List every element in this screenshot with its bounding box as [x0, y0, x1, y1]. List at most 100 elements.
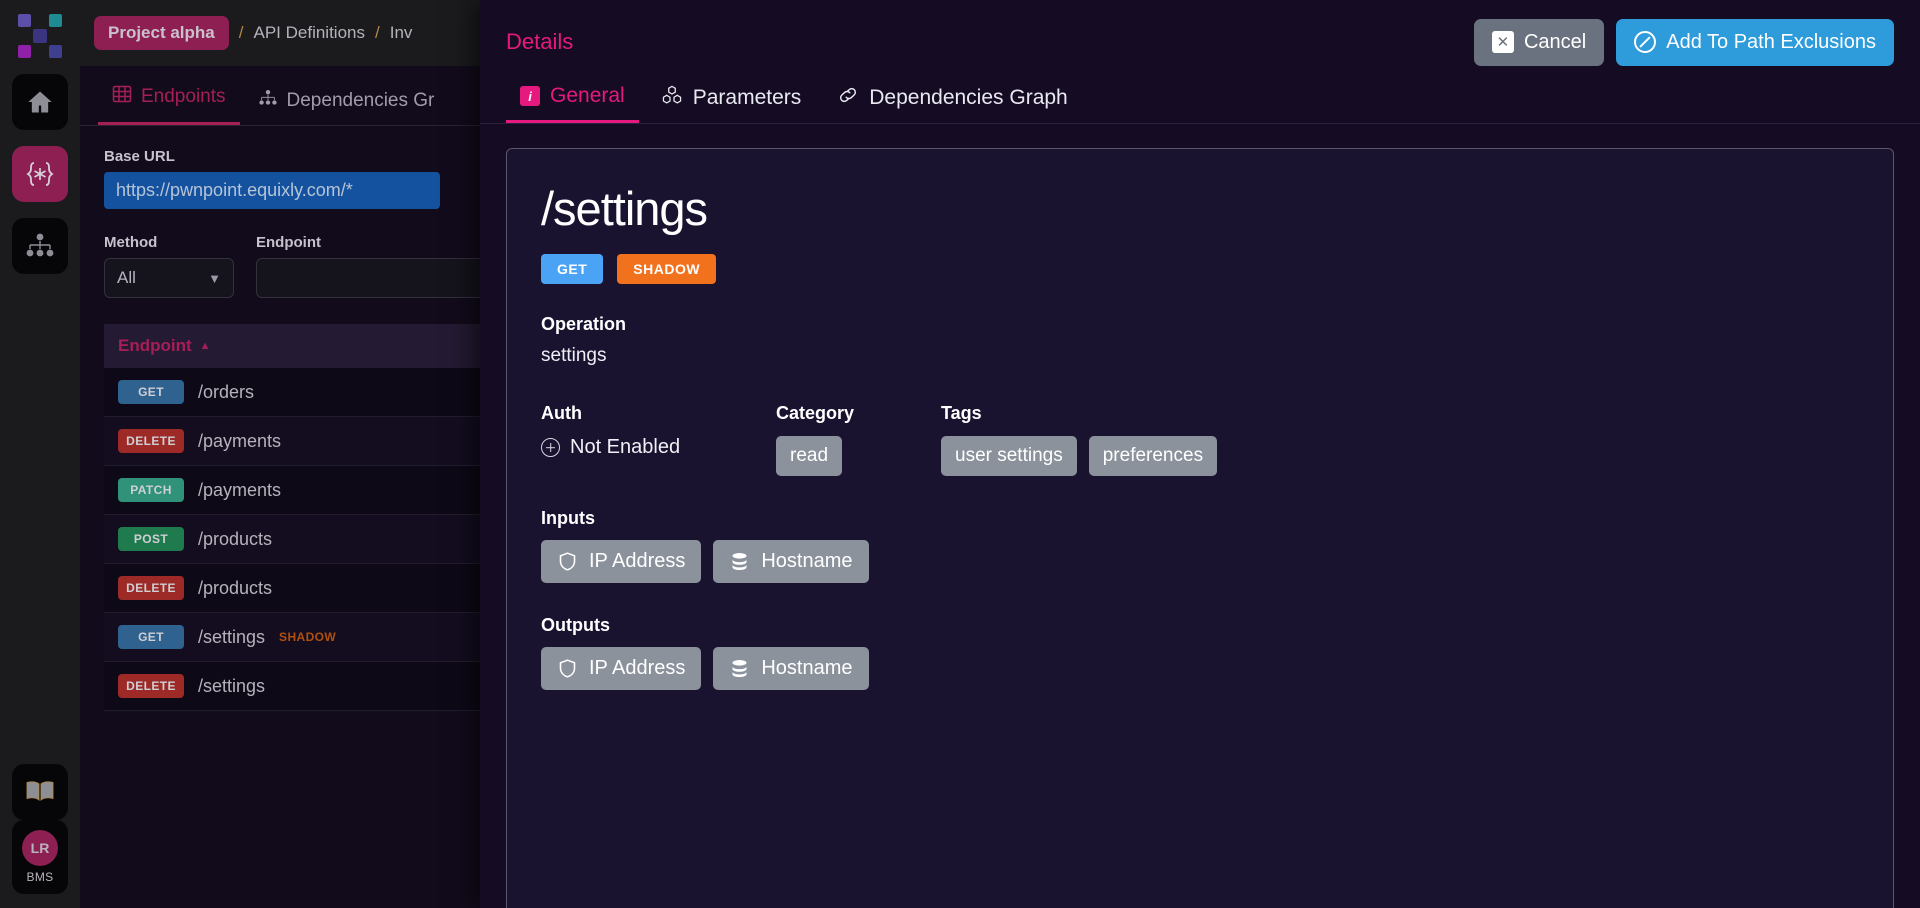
screen-root: LR BMS Project alpha / API Definitions /… — [0, 0, 1920, 908]
shield-icon — [557, 658, 578, 679]
tab-parameters[interactable]: Parameters — [647, 85, 816, 123]
inputs-list: IP Address Hostname — [541, 529, 1859, 583]
base-url-value[interactable]: https://pwnpoint.equixly.com/* — [104, 172, 440, 209]
sidebar-item-docs[interactable] — [12, 764, 68, 820]
tab-dependencies-graph-label: Dependencies Gr — [287, 90, 435, 112]
tab-endpoints[interactable]: Endpoints — [98, 84, 240, 125]
tags-section: Tags user settings preferences — [941, 403, 1859, 476]
grid-table-icon — [112, 84, 132, 110]
info-icon: i — [520, 86, 540, 106]
auth-value-label: Not Enabled — [570, 436, 680, 459]
breadcrumb-project[interactable]: Project alpha — [94, 16, 229, 50]
sitemap-icon — [25, 232, 55, 260]
sidebar-item-api-definitions[interactable] — [12, 146, 68, 202]
method-badge: GET — [541, 254, 603, 284]
app-logo[interactable] — [18, 14, 62, 58]
close-icon: ✕ — [1492, 31, 1514, 53]
avatar: LR — [22, 830, 58, 866]
endpoint-field: Endpoint — [256, 234, 516, 298]
category-section: Category read — [776, 403, 941, 476]
sitemap-icon — [258, 89, 278, 113]
database-icon — [729, 658, 750, 679]
sidebar-item-dependencies[interactable] — [12, 218, 68, 274]
method-select[interactable]: All ▼ — [104, 258, 234, 298]
method-badge: POST — [118, 527, 184, 551]
tab-parameters-label: Parameters — [693, 86, 802, 110]
auth-value: Not Enabled — [541, 436, 776, 459]
tab-dependencies-graph-label: Dependencies Graph — [869, 86, 1067, 110]
method-select-value: All — [117, 268, 136, 288]
details-header: Details ✕ Cancel Add To Path Exclusions — [480, 0, 1920, 84]
endpoint-path: /settings — [198, 627, 265, 648]
sort-asc-icon: ▲ — [200, 340, 211, 352]
header-actions: ✕ Cancel Add To Path Exclusions — [1474, 19, 1894, 66]
output-chip: Hostname — [713, 647, 868, 690]
add-to-path-exclusions-button[interactable]: Add To Path Exclusions — [1616, 19, 1894, 66]
outputs-section: Outputs IP AddressHostname — [541, 615, 1859, 690]
endpoint-path: /payments — [198, 431, 281, 452]
tab-dependencies-graph[interactable]: Dependencies Gr — [244, 89, 449, 125]
inputs-section: Inputs IP Address Hostname — [541, 508, 1859, 583]
book-icon — [24, 778, 56, 806]
details-card: /settings GET SHADOW Operation settings … — [506, 148, 1894, 908]
cancel-button[interactable]: ✕ Cancel — [1474, 19, 1604, 66]
auth-label: Auth — [541, 403, 776, 424]
method-badge: DELETE — [118, 429, 184, 453]
database-icon — [729, 551, 750, 572]
shadow-badge: SHADOW — [617, 254, 716, 284]
sidebar-item-home[interactable] — [12, 74, 68, 130]
input-chip: IP Address — [541, 540, 701, 583]
details-tabs: i General Parameters — [480, 84, 1920, 124]
endpoint-path: /payments — [198, 480, 281, 501]
method-field: Method All ▼ — [104, 234, 234, 298]
breadcrumb-separator: / — [239, 23, 244, 43]
cubes-icon — [661, 85, 683, 111]
operation-section: Operation settings — [541, 314, 1859, 367]
user-profile[interactable]: LR BMS — [12, 820, 68, 894]
method-label: Method — [104, 234, 234, 251]
org-label: BMS — [27, 870, 54, 884]
endpoint-path: /settings — [198, 676, 265, 697]
add-to-path-exclusions-label: Add To Path Exclusions — [1666, 31, 1876, 54]
method-badge: PATCH — [118, 478, 184, 502]
circle-slash-icon — [1634, 31, 1656, 53]
inputs-label: Inputs — [541, 508, 1859, 529]
tab-general-label: General — [550, 84, 625, 108]
breadcrumb-item-api-definitions[interactable]: API Definitions — [254, 23, 366, 43]
shadow-badge: SHADOW — [279, 630, 336, 644]
category-chip: read — [776, 436, 842, 476]
auth-section: Auth Not Enabled — [541, 403, 776, 476]
method-badge: GET — [118, 625, 184, 649]
input-chip-label: IP Address — [589, 550, 685, 573]
endpoint-path: /products — [198, 529, 272, 550]
input-chip: Hostname — [713, 540, 868, 583]
tag-chips: user settings preferences — [941, 424, 1859, 476]
endpoint-label: Endpoint — [256, 234, 516, 251]
operation-label: Operation — [541, 314, 1859, 335]
home-icon — [25, 88, 55, 116]
breadcrumb-item-inventory[interactable]: Inv — [390, 23, 413, 43]
cancel-button-label: Cancel — [1524, 31, 1586, 54]
tab-endpoints-label: Endpoints — [141, 86, 226, 108]
tags-label: Tags — [941, 403, 1859, 424]
link-icon — [837, 85, 859, 111]
tab-dependencies-graph[interactable]: Dependencies Graph — [823, 85, 1081, 123]
tab-general[interactable]: i General — [506, 84, 639, 123]
tag-chip: preferences — [1089, 436, 1217, 476]
method-badge: DELETE — [118, 576, 184, 600]
output-chip-label: Hostname — [761, 657, 852, 680]
braces-asterisk-icon — [23, 160, 57, 188]
shield-icon — [557, 551, 578, 572]
endpoint-path-title: /settings — [541, 181, 1859, 236]
chevron-down-icon: ▼ — [208, 271, 221, 286]
meta-grid: Auth Not Enabled Category read Tags user… — [541, 403, 1859, 476]
endpoint-path: /orders — [198, 382, 254, 403]
endpoint-input[interactable] — [256, 258, 516, 298]
output-chip: IP Address — [541, 647, 701, 690]
table-header-endpoint-label: Endpoint — [118, 336, 192, 356]
tag-chip: user settings — [941, 436, 1077, 476]
endpoint-badges: GET SHADOW — [541, 254, 1859, 284]
output-chip-label: IP Address — [589, 657, 685, 680]
category-chips: read — [776, 424, 941, 476]
plus-circle-icon — [541, 438, 560, 457]
